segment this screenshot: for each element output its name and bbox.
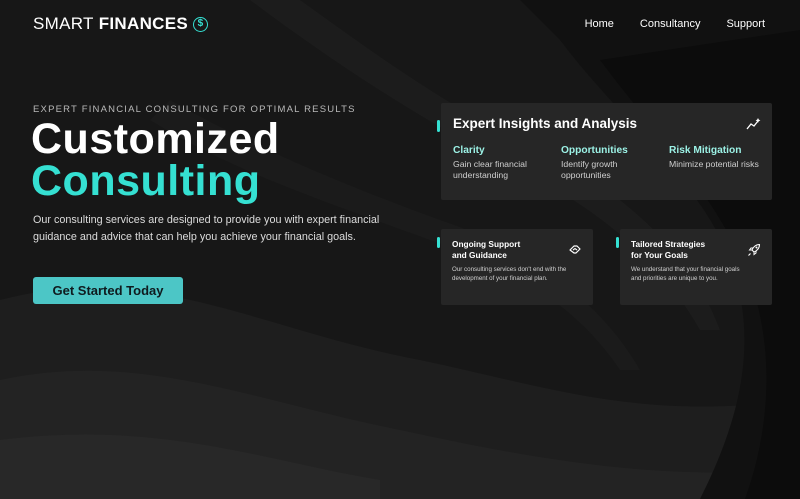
support-card-title-line1: Ongoing Support: [452, 239, 521, 249]
nav-consultancy[interactable]: Consultancy: [640, 18, 701, 30]
feature-text: Gain clear financial understanding: [453, 159, 527, 180]
support-card: Ongoing Support and Guidance Our consult…: [437, 229, 593, 305]
nav-support[interactable]: Support: [726, 18, 765, 30]
sparkle-chart-icon: [746, 118, 761, 130]
strategies-card-text: We understand that your financial goals …: [631, 266, 740, 282]
brand-name-light: SMART: [33, 14, 94, 33]
rocket-icon: [748, 243, 761, 256]
feature-heading: Opportunities: [561, 145, 628, 156]
hero-title-line2: Consulting: [31, 157, 261, 205]
dollar-circle-icon: $: [193, 16, 208, 32]
brand-logo[interactable]: SMART FINANCES $: [33, 14, 208, 34]
feature-heading: Risk Mitigation: [669, 145, 742, 156]
insights-card: Expert Insights and Analysis Clarity Gai…: [437, 103, 772, 200]
support-card-title: Ongoing Support and Guidance: [452, 239, 520, 261]
strategies-card-title-line1: Tailored Strategies: [631, 239, 706, 249]
strategies-card-title: Tailored Strategies for Your Goals: [631, 239, 705, 261]
feature-risk-mitigation: Risk Mitigation Minimize potential risks: [669, 145, 769, 170]
feature-clarity: Clarity Gain clear financial understandi…: [453, 145, 553, 181]
feature-text: Minimize potential risks: [669, 159, 759, 169]
support-card-text: Our consulting services don't end with t…: [452, 266, 567, 282]
handshake-icon: [569, 245, 581, 254]
feature-heading: Clarity: [453, 145, 485, 156]
main-nav: Home Consultancy Support: [585, 18, 765, 30]
card-accent-bar: [437, 237, 440, 248]
card-accent-bar: [437, 120, 440, 132]
get-started-button[interactable]: Get Started Today: [33, 277, 183, 304]
feature-text: Identify growth opportunities: [561, 159, 618, 180]
support-card-title-line2: and Guidance: [452, 250, 507, 260]
feature-opportunities: Opportunities Identify growth opportunit…: [561, 145, 656, 181]
strategies-card-title-line2: for Your Goals: [631, 250, 688, 260]
strategies-card: Tailored Strategies for Your Goals We un…: [616, 229, 772, 305]
brand-name-bold: FINANCES: [98, 14, 188, 33]
nav-home[interactable]: Home: [585, 18, 614, 30]
hero-description: Our consulting services are designed to …: [33, 214, 380, 243]
card-accent-bar: [616, 237, 619, 248]
insights-card-title: Expert Insights and Analysis: [453, 116, 638, 131]
